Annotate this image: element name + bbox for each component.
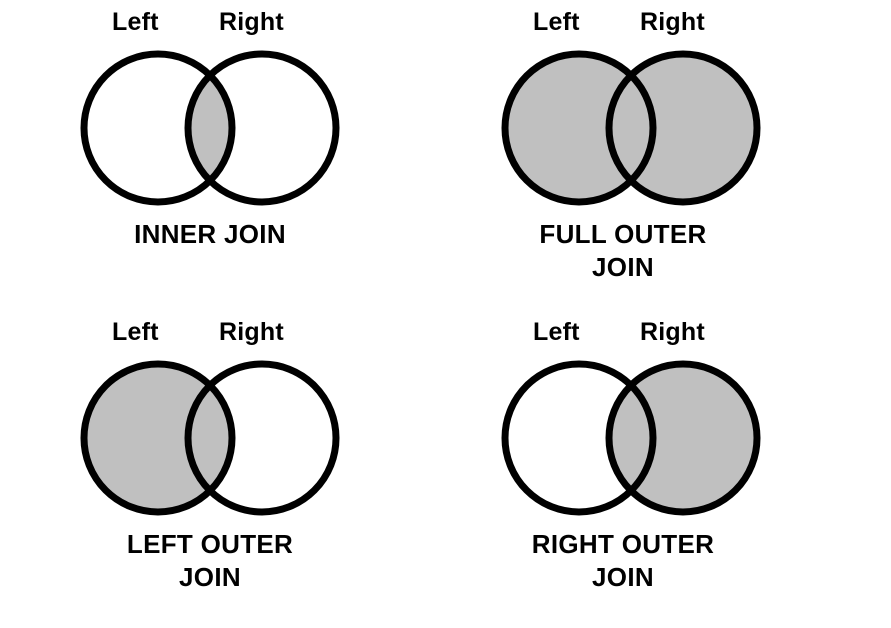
venn-diagram-inner-join: Left Right INNER JOIN (0, 0, 420, 249)
diagram-caption: FULL OUTER JOIN (413, 218, 833, 284)
caption-line-2: JOIN (179, 562, 241, 592)
set-labels: Left Right (0, 310, 420, 350)
left-set-label: Left (533, 8, 580, 36)
left-set-label: Left (533, 318, 580, 346)
venn-diagram-full-outer-join: Left Right FULL OUTER JOIN (413, 0, 833, 282)
caption-line-2: JOIN (592, 252, 654, 282)
venn-diagram-right-outer-join: Left Right RIGHT OUTER JOIN (413, 310, 833, 592)
left-set-label: Left (112, 8, 159, 36)
venn-circles-left-outer-join (80, 360, 340, 516)
venn-diagram-board: Left Right INNER JOIN Left Right FULL OU… (0, 0, 891, 628)
venn-diagram-left-outer-join: Left Right LEFT OUTER JOIN (0, 310, 420, 592)
diagram-caption: LEFT OUTER JOIN (0, 528, 420, 594)
left-set-label: Left (112, 318, 159, 346)
venn-circles-right-outer-join (501, 360, 761, 516)
diagram-caption: RIGHT OUTER JOIN (413, 528, 833, 594)
right-set-label: Right (219, 8, 284, 36)
venn-circles-inner-join (80, 50, 340, 206)
set-labels: Left Right (413, 310, 833, 350)
venn-circles-full-outer-join (501, 50, 761, 206)
caption-line-1: FULL OUTER (539, 219, 707, 249)
caption-line-1: RIGHT OUTER (531, 529, 715, 559)
right-set-label: Right (640, 8, 705, 36)
set-labels: Left Right (413, 0, 833, 40)
caption-line-2: JOIN (592, 562, 654, 592)
diagram-caption: INNER JOIN (0, 218, 420, 251)
right-set-label: Right (640, 318, 705, 346)
set-labels: Left Right (0, 0, 420, 40)
right-set-label: Right (219, 318, 284, 346)
caption-line-1: INNER JOIN (134, 219, 286, 249)
caption-line-1: LEFT OUTER (126, 529, 294, 559)
